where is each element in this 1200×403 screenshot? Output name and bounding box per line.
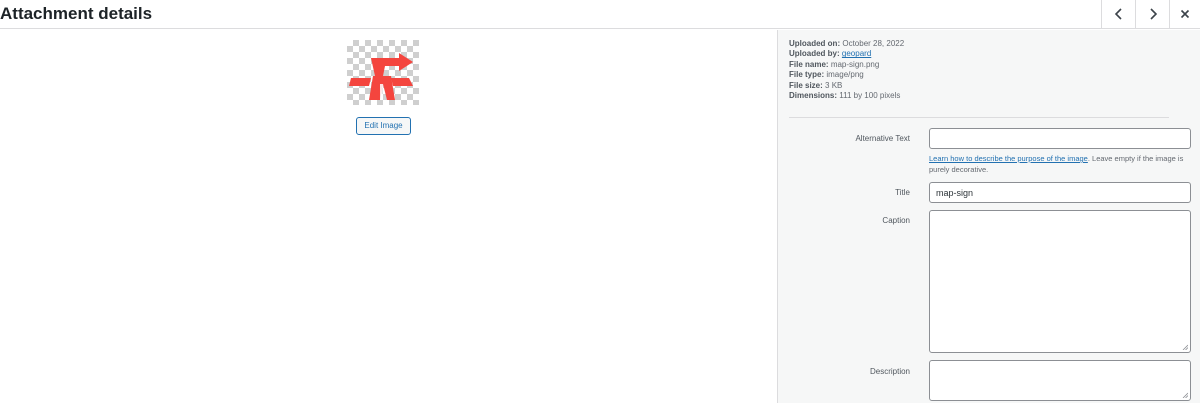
chevron-right-icon (1148, 8, 1158, 20)
dimensions-value: 111 by 100 pixels (839, 91, 901, 101)
uploaded-on-label: Uploaded on: (789, 39, 841, 48)
close-modal-button[interactable] (1169, 0, 1200, 28)
file-info: Uploaded on: October 28, 2022 Uploaded b… (789, 39, 904, 101)
map-sign-image (349, 53, 413, 100)
file-name-value: map-sign.png (830, 59, 880, 69)
modal-title: Attachment details (0, 4, 153, 23)
file-name-row: File name: map-sign.png (789, 60, 904, 70)
attachment-preview-pane: Edit Image (0, 30, 777, 403)
uploaded-by-link[interactable]: geopard (842, 49, 871, 58)
uploaded-on-row: Uploaded on: October 28, 2022 (789, 39, 904, 49)
resize-grip-icon[interactable] (1182, 392, 1188, 398)
dimensions-label: Dimensions: (789, 91, 838, 101)
uploaded-by-label: Uploaded by: (789, 49, 840, 59)
uploaded-by-row: Uploaded by: geopard (789, 49, 904, 59)
title-label: Title (895, 188, 910, 197)
title-input[interactable] (929, 182, 1191, 203)
file-name-label: File name: (789, 59, 829, 69)
file-size-label: File size: (789, 80, 823, 90)
file-type-row: File type: image/png (789, 70, 904, 80)
modal-header: Attachment details (0, 0, 1200, 29)
caption-label: Caption (882, 216, 910, 225)
chevron-left-icon (1114, 8, 1124, 20)
description-textarea[interactable] (929, 360, 1191, 401)
uploaded-on-value: October 28, 2022 (842, 39, 905, 48)
alt-text-help-link[interactable]: Learn how to describe the purpose of the… (929, 154, 1088, 163)
description-label: Description (869, 367, 910, 376)
alt-text-input[interactable] (929, 128, 1191, 149)
attachment-details-pane: Uploaded on: October 28, 2022 Uploaded b… (777, 30, 1200, 403)
attachment-thumbnail (347, 40, 419, 105)
next-attachment-button[interactable] (1135, 0, 1169, 28)
caption-textarea[interactable] (929, 210, 1191, 353)
file-size-row: File size: 3 KB (789, 81, 904, 91)
details-divider (789, 117, 1169, 118)
edit-image-button[interactable]: Edit Image (356, 117, 411, 135)
alt-text-help: Learn how to describe the purpose of the… (929, 153, 1191, 175)
file-type-value: image/png (826, 70, 864, 80)
file-size-value: 3 KB (825, 80, 843, 90)
file-type-label: File type: (789, 70, 825, 80)
alt-text-label: Alternative Text (855, 134, 910, 143)
previous-attachment-button[interactable] (1101, 0, 1135, 28)
dimensions-row: Dimensions: 111 by 100 pixels (789, 91, 904, 101)
close-icon (1180, 9, 1190, 19)
resize-grip-icon[interactable] (1182, 344, 1188, 350)
